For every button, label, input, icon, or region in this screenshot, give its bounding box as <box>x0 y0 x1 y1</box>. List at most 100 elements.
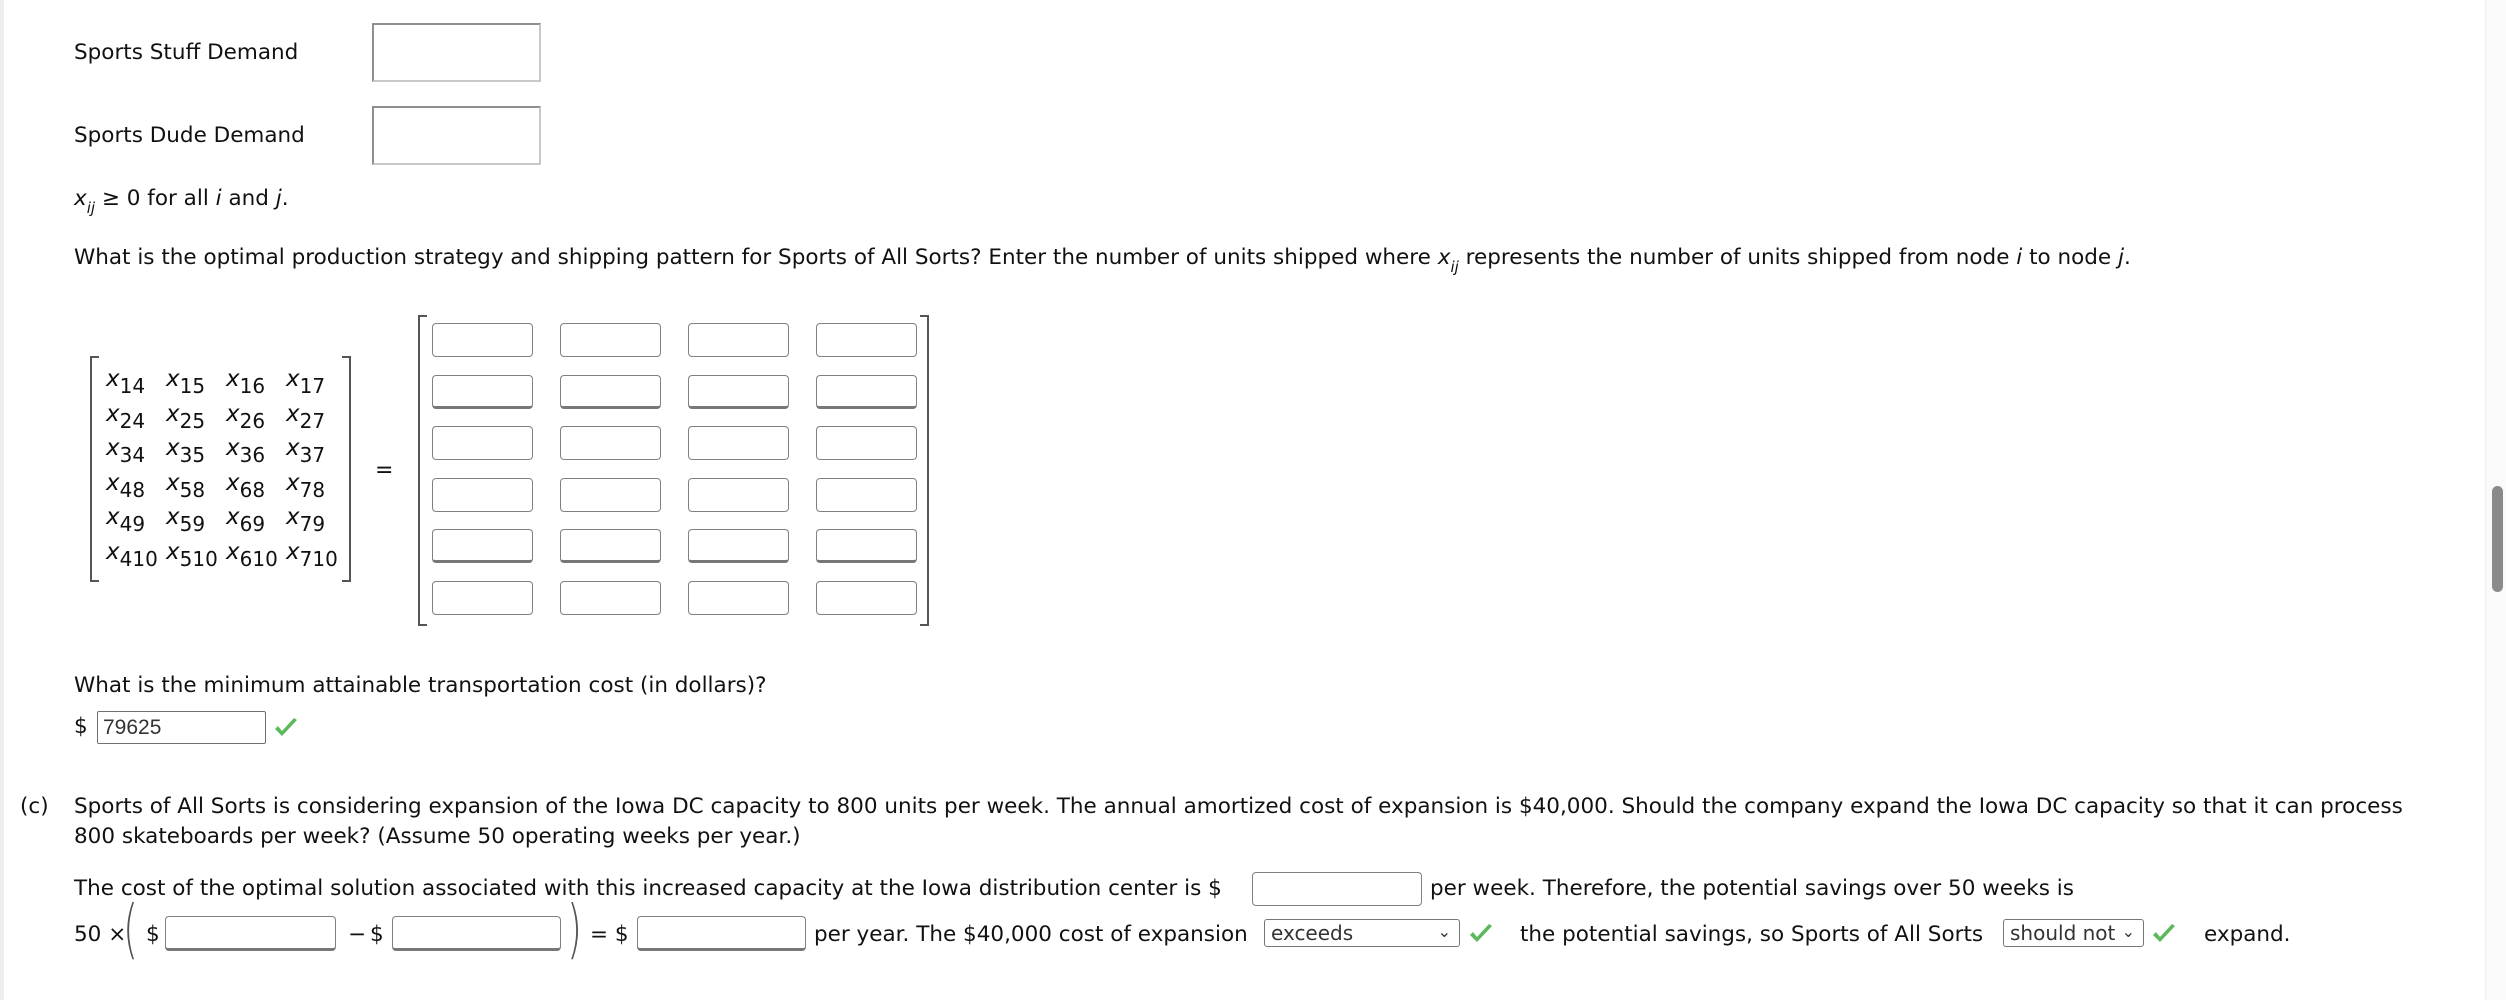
increased-capacity-cost-input[interactable] <box>1252 872 1422 906</box>
matrix-equals-sign: = <box>375 458 394 483</box>
shipment-input-x16[interactable] <box>688 323 789 357</box>
ij-subscript: ij <box>86 199 96 217</box>
shipment-input-x710[interactable] <box>816 580 917 615</box>
constraint-text: ≥ 0 for all <box>95 186 216 211</box>
shipment-input-x36[interactable] <box>688 426 789 460</box>
shipment-input-x410[interactable] <box>432 580 533 615</box>
matrix-variable-x78: x78 <box>286 470 325 502</box>
period: . <box>281 186 289 211</box>
matrix-variable-x17: x17 <box>286 366 325 398</box>
current-cost-input[interactable] <box>165 916 336 951</box>
x-variable: x <box>106 538 120 565</box>
matrix-variable-x49: x49 <box>106 504 145 536</box>
ij-subscript: ij <box>1450 258 1459 276</box>
shipment-input-x27[interactable] <box>816 374 917 409</box>
shipment-input-x14[interactable] <box>432 323 533 357</box>
variable-subscript: 36 <box>239 443 266 467</box>
compare-select[interactable]: exceeds ⌄ <box>1264 919 1460 947</box>
variable-subscript: 610 <box>239 546 278 571</box>
cost-text-after: per week. Therefore, the potential savin… <box>1430 876 2074 901</box>
x-variable: x <box>166 469 180 496</box>
matrix-variable-x37: x37 <box>286 435 325 467</box>
variable-subscript: 16 <box>239 374 266 398</box>
variable-subscript: 37 <box>299 443 326 467</box>
x-variable: x <box>166 435 180 461</box>
variable-subscript: 69 <box>239 512 266 536</box>
variable-subscript: 49 <box>119 512 146 536</box>
matrix-variable-x34: x34 <box>106 435 145 467</box>
nonnegativity-constraint: xij ≥ 0 for all i and j. <box>74 186 289 217</box>
x-variable: x <box>286 400 300 427</box>
min-cost-input[interactable] <box>97 711 266 744</box>
matrix-variable-x58: x58 <box>166 470 205 502</box>
shipment-input-x79[interactable] <box>816 529 917 563</box>
shipment-input-x59[interactable] <box>560 529 661 563</box>
chevron-down-icon: ⌄ <box>2121 922 2135 941</box>
equals-dollar: = $ <box>590 922 629 947</box>
to-node-text: to node <box>2022 245 2118 270</box>
dollar-sign-1: $ <box>146 922 160 947</box>
x-variable: x <box>74 186 87 211</box>
x-variable: x <box>286 538 300 565</box>
matrix-variable-x510: x510 <box>166 539 218 571</box>
matrix-variable-x48: x48 <box>106 470 145 502</box>
page-left-border <box>0 0 4 1000</box>
variable-subscript: 35 <box>179 443 206 467</box>
close-paren: ) <box>566 893 582 967</box>
x-variable: x <box>226 504 240 530</box>
shipment-input-x48[interactable] <box>432 477 533 512</box>
part-c-text-line1: Sports of All Sorts is considering expan… <box>74 794 2403 819</box>
shipment-input-x35[interactable] <box>560 426 661 460</box>
shipment-input-x68[interactable] <box>688 477 789 512</box>
shipment-input-x78[interactable] <box>816 477 917 512</box>
new-cost-input[interactable] <box>392 916 561 951</box>
shipment-input-x15[interactable] <box>560 323 661 357</box>
x-variable: x <box>166 504 180 530</box>
part-c-label: (c) <box>20 794 49 819</box>
variable-subscript: 78 <box>299 477 326 502</box>
x-variable: x <box>106 504 120 530</box>
variable-subscript: 15 <box>179 374 206 398</box>
shipment-input-x17[interactable] <box>816 323 917 357</box>
x-variable: x <box>286 435 300 461</box>
variable-subscript: 59 <box>179 512 206 536</box>
and-text: and <box>221 186 276 211</box>
sports-stuff-demand-input[interactable] <box>372 23 541 82</box>
matrix-variable-x14: x14 <box>106 366 145 398</box>
should-select-value: should not <box>2010 921 2116 945</box>
shipment-input-x25[interactable] <box>560 374 661 409</box>
shipment-input-x24[interactable] <box>432 374 533 409</box>
chevron-down-icon: ⌄ <box>1437 922 1451 941</box>
sports-stuff-demand-label: Sports Stuff Demand <box>74 40 299 65</box>
answer-matrix-left-bracket <box>418 315 427 626</box>
variable-matrix-right-bracket <box>342 356 351 582</box>
vertical-scrollbar[interactable] <box>2485 0 2506 1000</box>
shipment-input-x58[interactable] <box>560 477 661 512</box>
variable-subscript: 34 <box>119 443 146 467</box>
shipment-input-x37[interactable] <box>816 426 917 460</box>
matrix-variable-x16: x16 <box>226 366 265 398</box>
annual-savings-input[interactable] <box>637 916 806 951</box>
scrollbar-thumb[interactable] <box>2492 486 2503 592</box>
compare-select-value: exceeds <box>1271 921 1354 945</box>
period: . <box>2123 245 2131 270</box>
matrix-variable-x610: x610 <box>226 539 278 571</box>
shipment-input-x34[interactable] <box>432 426 533 460</box>
matrix-variable-x27: x27 <box>286 401 325 433</box>
shipment-input-x510[interactable] <box>560 580 661 615</box>
shipment-input-x49[interactable] <box>432 529 533 563</box>
should-select[interactable]: should not ⌄ <box>2003 919 2144 947</box>
variable-subscript: 710 <box>299 546 338 571</box>
answer-matrix-right-bracket <box>920 315 929 626</box>
variable-subscript: 27 <box>299 408 326 433</box>
shipment-input-x26[interactable] <box>688 374 789 409</box>
min-cost-dollar-sign: $ <box>74 714 88 739</box>
x-variable: x <box>286 469 300 496</box>
x-variable: x <box>166 400 180 427</box>
shipment-input-x610[interactable] <box>688 580 789 615</box>
sports-dude-demand-input[interactable] <box>372 106 541 165</box>
x-variable: x <box>286 504 300 530</box>
variable-subscript: 48 <box>119 477 146 502</box>
shipment-input-x69[interactable] <box>688 529 789 563</box>
x-variable: x <box>226 435 240 461</box>
